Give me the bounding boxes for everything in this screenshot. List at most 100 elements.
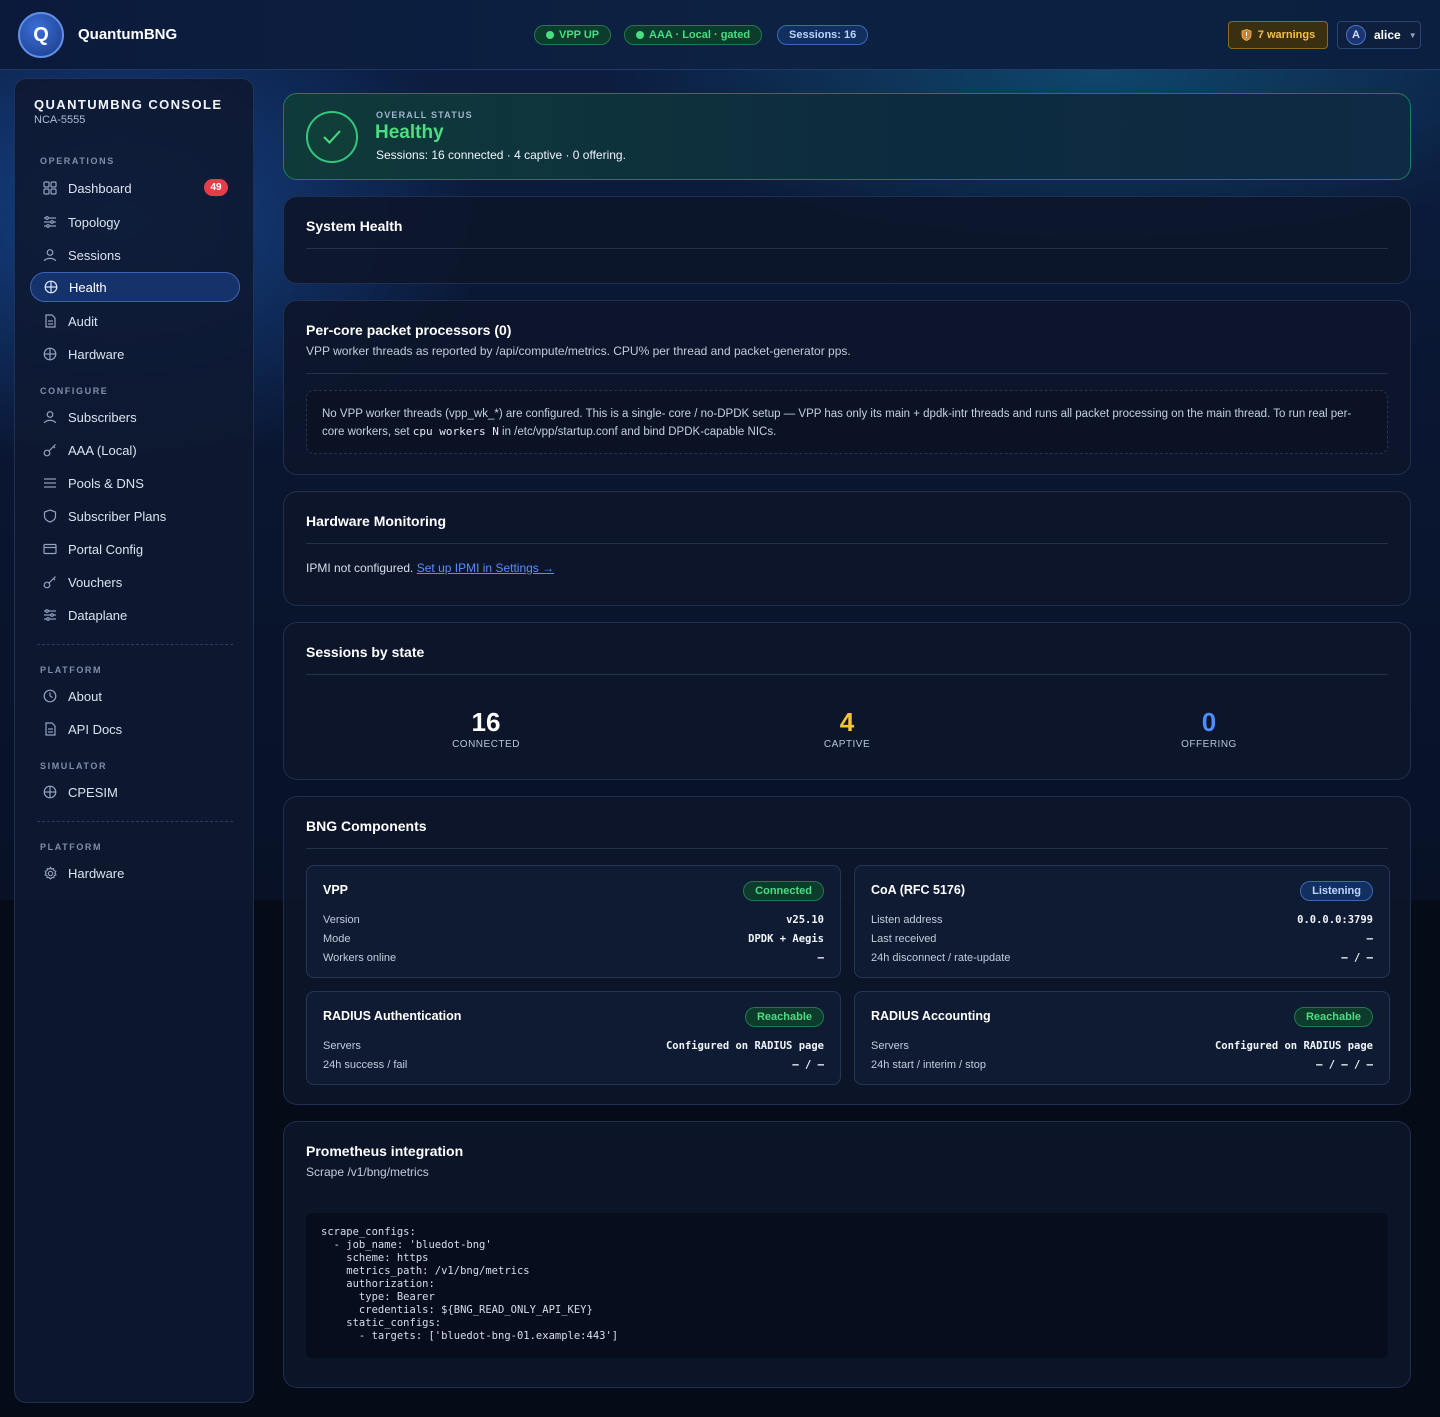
sidebar-item-dashboard[interactable]: Dashboard 49 [30,173,240,203]
sidebar-item-label: Dataplane [68,607,128,623]
vpp-status-label: VPP UP [559,29,600,41]
card-title: Hardware Monitoring [306,513,447,529]
card-title: Per-core packet processors (0) [306,322,512,338]
kv-value: DPDK + Aegis [748,933,824,945]
sidebar-item-portal-config[interactable]: Portal Config [30,534,240,564]
ipmi-status-text: IPMI not configured. [306,561,417,575]
sidebar-item-api-docs[interactable]: API Docs [30,714,240,744]
sidebar-item-audit[interactable]: Audit [30,306,240,336]
status-state: Healthy [375,122,444,143]
sidebar-item-pools-dns[interactable]: Pools & DNS [30,468,240,498]
key-icon [42,442,58,458]
section-label-operations: OPERATIONS [40,156,115,166]
sidebar-item-dataplane[interactable]: Dataplane [30,600,240,630]
user-name: alice [1374,28,1401,42]
sidebar-item-subscriber-plans[interactable]: Subscriber Plans [30,501,240,531]
sliders-icon [42,607,58,623]
app-logo[interactable]: Q [18,12,64,58]
stat-connected: 16 CONNECTED [386,707,586,750]
sidebar-item-label: Hardware [68,346,125,362]
globe-icon [42,784,58,800]
dashboard-count-badge: 49 [204,179,228,196]
kv-value: Configured on RADIUS page [1214,1040,1373,1052]
sidebar-item-label: AAA (Local) [68,442,137,458]
list-icon [42,475,58,491]
ipmi-setup-link[interactable]: Set up IPMI in Settings → [417,561,554,575]
status-badge: Connected [743,881,824,901]
warnings-button[interactable]: 7 warnings [1228,21,1328,49]
sidebar-item-label: Hardware [68,865,125,881]
kv-key: 24h success / fail [323,1059,408,1071]
card-divider [306,248,1388,249]
sidebar-item-label: Audit [68,313,98,329]
aaa-status-label: AAA · Local · gated [649,29,751,41]
kv-row: Listen address 0.0.0.0:3799 [871,912,1373,928]
kv-row: Last received — [871,931,1373,947]
kv-row: Version v25.10 [323,912,824,928]
user-menu-button[interactable]: A alice ▼ [1337,21,1421,49]
console-subtitle: NCA-5555 [34,114,86,126]
sidebar-divider [37,644,233,645]
kv-key: Last received [871,933,937,945]
note-code: cpu workers N [412,425,499,438]
kv-key: Mode [323,933,351,945]
top-bar: Q QuantumBNG VPP UP AAA · Local · gated … [0,0,1440,70]
sidebar-item-hardware[interactable]: Hardware [30,339,240,369]
globe-icon [42,346,58,362]
kv-row: 24h disconnect / rate-update — / — [871,950,1373,966]
sidebar-item-health[interactable]: Health [30,272,240,302]
sessions-pill: Sessions: 16 [777,25,869,45]
sidebar-item-about[interactable]: About [30,681,240,711]
sidebar-item-hardware-2[interactable]: Hardware [30,858,240,888]
overall-status-card: OVERALL STATUS Healthy Sessions: 16 conn… [283,93,1411,180]
card-title: System Health [306,218,403,234]
bng-components-card: BNG Components VPP Connected Version v25.… [283,796,1411,1105]
sidebar-item-label: About [68,688,102,704]
component-radius-acct: RADIUS Accounting Reachable Servers Confi… [854,991,1390,1085]
section-label-simulator: SIMULATOR [40,761,108,771]
sidebar-item-subscribers[interactable]: Subscribers [30,402,240,432]
sidebar-item-label: API Docs [68,721,123,737]
stat-value: 16 [471,707,501,737]
stat-captive: 4 CAPTIVE [747,707,947,750]
kv-row: Workers online — [323,950,824,966]
status-kicker: OVERALL STATUS [376,110,473,120]
system-health-card: System Health [283,196,1411,284]
sliders-icon [42,214,58,230]
kv-value: v25.10 [786,914,824,926]
component-title: VPP [323,883,349,897]
sidebar: QUANTUMBNG CONSOLE NCA-5555 OPERATIONS D… [14,78,254,1403]
document-icon [42,313,58,329]
ipmi-status: IPMI not configured. Set up IPMI in Sett… [306,561,554,575]
aaa-status-pill: AAA · Local · gated [624,25,763,45]
sidebar-item-sessions[interactable]: Sessions [30,240,240,270]
prometheus-config-code[interactable]: scrape_configs: - job_name: 'bluedot-bng… [306,1213,1388,1358]
code-block: scrape_configs: - job_name: 'bluedot-bng… [321,1226,619,1342]
sidebar-item-aaa-local[interactable]: AAA (Local) [30,435,240,465]
sidebar-item-vouchers[interactable]: Vouchers [30,567,240,597]
avatar: A [1346,25,1366,45]
kv-value: — / — [792,1059,824,1071]
status-badge: Reachable [744,1007,824,1027]
sidebar-item-label: Health [69,279,107,295]
sidebar-item-cpesim[interactable]: CPESIM [30,777,240,807]
component-vpp: VPP Connected Version v25.10 Mode DPDK + A… [306,865,841,978]
card-title: BNG Components [306,818,427,834]
section-label-configure: CONFIGURE [40,386,109,396]
sessions-count-label: Sessions: 16 [789,29,857,41]
kv-key: 24h disconnect / rate-update [871,952,1011,964]
gear-icon [42,865,58,881]
check-icon [306,111,358,163]
prometheus-card: Prometheus integration Scrape /v1/bng/me… [283,1121,1411,1388]
kv-key: Servers [871,1040,909,1052]
sidebar-item-label: Portal Config [68,541,144,557]
card-title: Sessions by state [306,644,425,660]
shield-icon [42,508,58,524]
status-dot-icon [546,31,554,39]
kv-value: — / — [1341,952,1373,964]
card-divider [306,674,1388,675]
status-badge: Listening [1300,881,1373,901]
sidebar-item-label: Subscribers [68,409,137,425]
sidebar-item-topology[interactable]: Topology [30,207,240,237]
kv-value: 0.0.0.0:3799 [1297,914,1373,926]
